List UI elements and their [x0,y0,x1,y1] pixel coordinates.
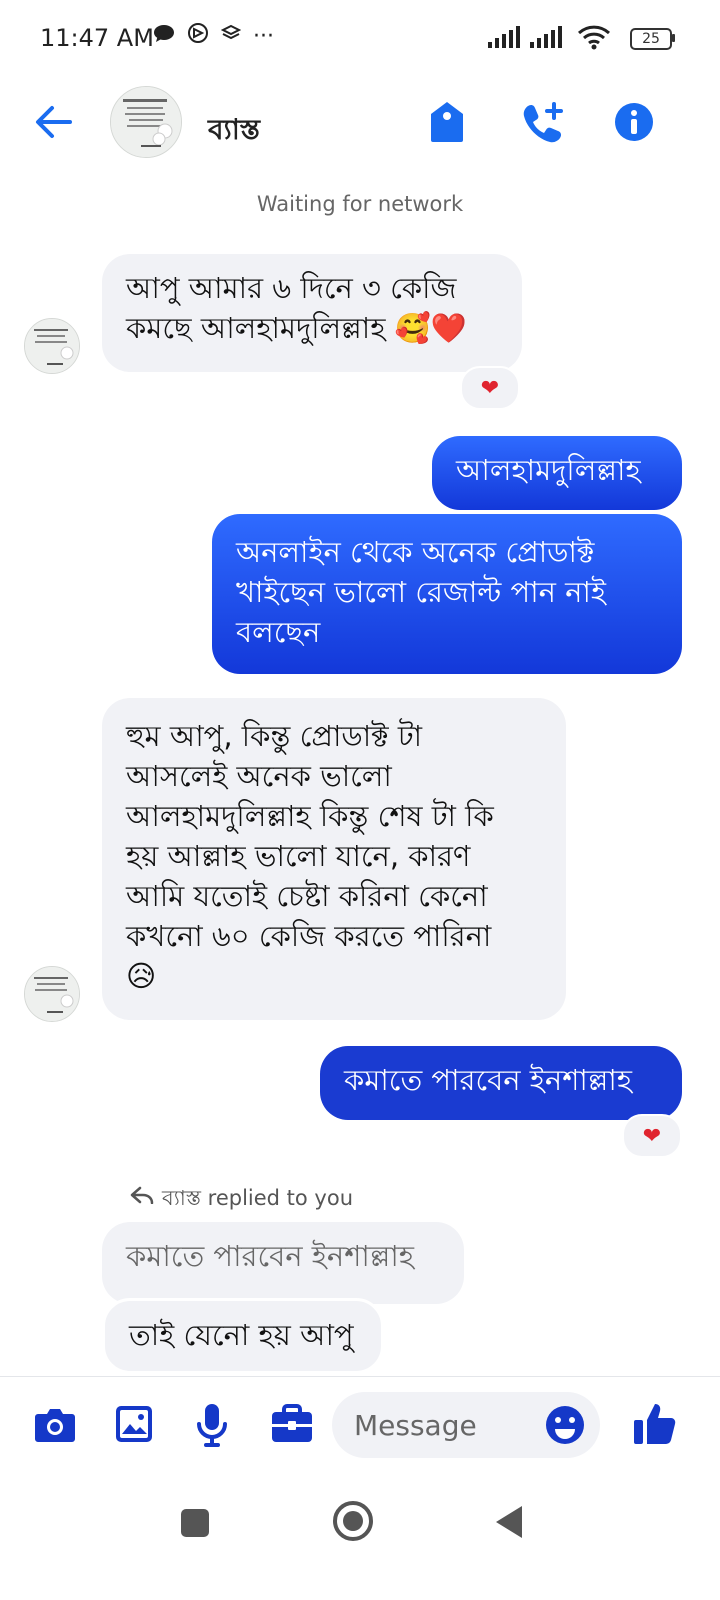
status-notification-icons: ··· [153,22,274,50]
chat-notification-icon [153,23,175,49]
recents-button[interactable] [180,1508,210,1542]
sender-avatar[interactable] [24,318,80,374]
tag-icon[interactable] [428,100,466,144]
signal-icon [488,26,524,52]
reply-label: ব্যাস্ত replied to you [162,1186,354,1210]
camera-icon[interactable] [34,1406,76,1444]
thumbs-up-icon[interactable] [632,1400,678,1446]
layers-icon [220,23,242,49]
info-icon[interactable] [614,102,654,142]
message-bubble-incoming[interactable]: আপু আমার ৬ দিনে ৩ কেজি কমছে আলহামদুলিল্ল… [102,254,522,372]
gallery-icon[interactable] [114,1404,154,1444]
message-bubble-incoming[interactable]: তাই যেনো হয় আপু [102,1298,384,1374]
contact-name[interactable]: ব্যাস্ত [208,108,260,155]
message-bubble-outgoing[interactable]: কমাতে পারবেন ইনশাল্লাহ [320,1046,682,1120]
signal-icon-2 [530,26,566,52]
battery-tip [672,34,675,42]
composer-divider [0,1376,720,1377]
emoji-icon[interactable] [544,1404,586,1446]
reply-arrow-icon [130,1186,154,1208]
briefcase-icon[interactable] [270,1404,314,1444]
back-arrow-icon[interactable] [34,104,74,140]
quoted-message[interactable]: কমাতে পারবেন ইনশাল্লাহ [102,1222,464,1304]
heart-reaction[interactable]: ❤ [622,1114,682,1158]
network-status: Waiting for network [256,192,464,216]
microphone-icon[interactable] [196,1402,228,1448]
more-notifications: ··· [253,23,274,49]
add-call-icon[interactable] [520,100,566,144]
sender-avatar[interactable] [24,966,80,1022]
wifi-icon [577,24,611,54]
message-bubble-outgoing[interactable]: আলহামদুলিল্লাহ [432,436,682,510]
back-nav-button[interactable] [494,1504,526,1544]
status-time: 11:47 AM [40,24,154,52]
home-button[interactable] [332,1500,374,1546]
contact-avatar[interactable] [110,86,182,158]
heart-reaction[interactable]: ❤ [460,366,520,410]
sync-icon [187,22,209,50]
message-bubble-incoming[interactable]: হুম আপু, কিন্তু প্রোডাক্ট টা আসলেই অনেক … [102,698,566,1020]
message-bubble-outgoing[interactable]: অনলাইন থেকে অনেক প্রোডাক্ট খাইছেন ভালো র… [212,514,682,674]
battery-indicator: 25 [630,28,672,50]
